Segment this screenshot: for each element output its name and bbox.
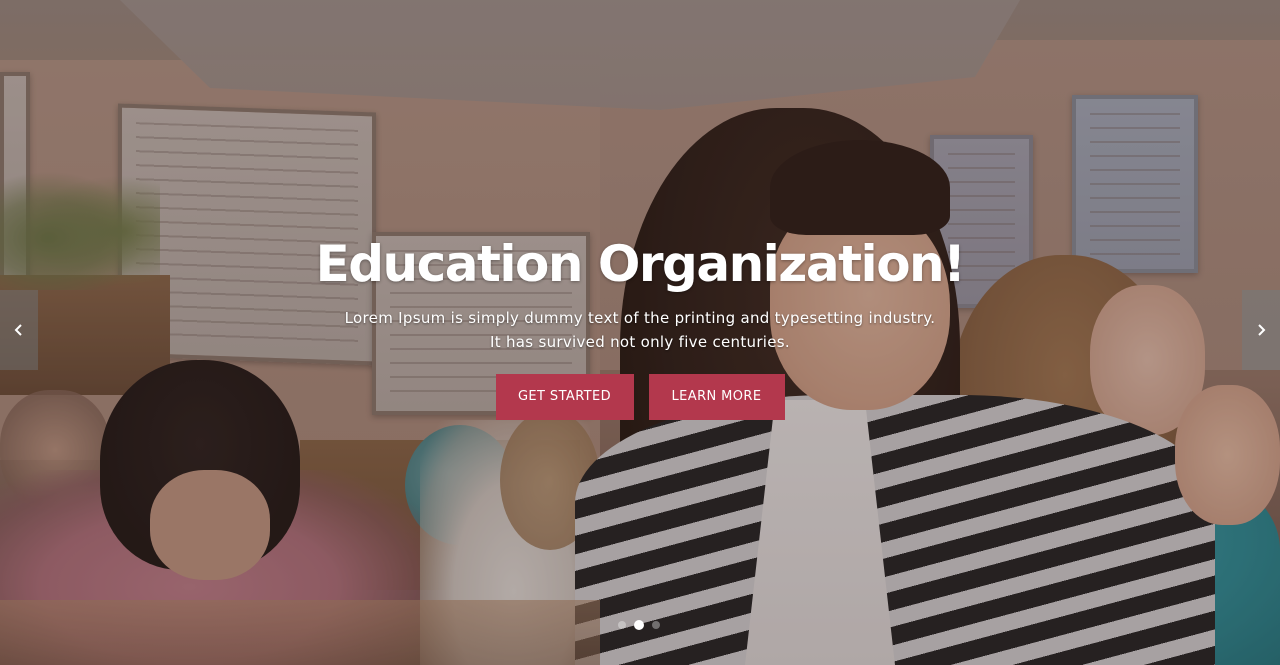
hero-title: Education Organization! bbox=[315, 235, 966, 293]
hero-slider: Education Organization! Lorem Ipsum is s… bbox=[0, 0, 1280, 665]
get-started-button[interactable]: GET STARTED bbox=[495, 374, 634, 420]
hero-subtitle-line-1: Lorem Ipsum is simply dummy text of the … bbox=[344, 309, 936, 327]
learn-more-button[interactable]: LEARN MORE bbox=[648, 374, 785, 420]
hero-actions: GET STARTED LEARN MORE bbox=[0, 374, 1280, 420]
hero-caption: Education Organization! Lorem Ipsum is s… bbox=[0, 232, 1280, 420]
hero-subtitle-line-2: It has survived not only five centuries. bbox=[490, 333, 790, 351]
next-slide-button[interactable] bbox=[1242, 290, 1280, 370]
chevron-right-icon bbox=[1258, 324, 1266, 336]
slider-pagination bbox=[618, 620, 660, 630]
slide-dot-1[interactable] bbox=[618, 621, 626, 629]
slide-dot-2[interactable] bbox=[634, 620, 644, 630]
slide-dot-3[interactable] bbox=[652, 621, 660, 629]
chevron-left-icon bbox=[14, 324, 22, 336]
hero-subtitle: Lorem Ipsum is simply dummy text of the … bbox=[0, 306, 1280, 354]
previous-slide-button[interactable] bbox=[0, 290, 38, 370]
